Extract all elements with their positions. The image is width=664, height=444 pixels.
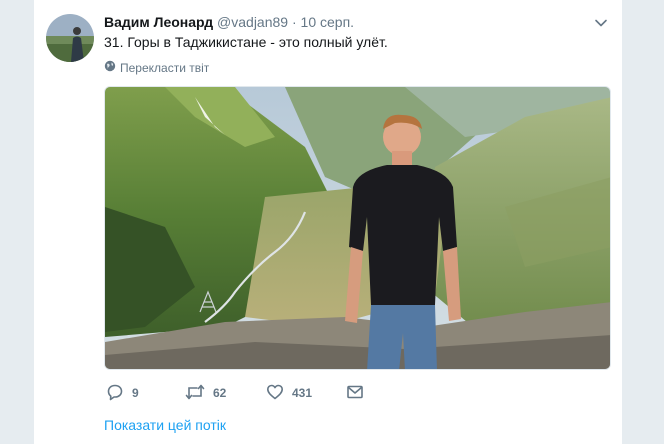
tweet-date[interactable]: 10 серп. (301, 14, 355, 30)
heart-icon (266, 383, 284, 404)
retweet-action[interactable]: 62 (185, 383, 226, 403)
globe-icon (104, 60, 116, 75)
envelope-icon (346, 383, 364, 404)
reply-count: 9 (132, 386, 139, 400)
tweet-card[interactable]: Вадим Леонард @vadjan89 · 10 серп. 31. Г… (33, 0, 623, 444)
tweet-header: Вадим Леонард @vadjan89 · 10 серп. (104, 13, 354, 31)
tweet-photo[interactable] (104, 86, 611, 370)
direct-message-action[interactable] (346, 383, 364, 403)
like-action[interactable]: 431 (266, 383, 312, 403)
show-thread-link[interactable]: Показати цей потік (104, 416, 226, 434)
tweet-text: 31. Горы в Таджикистане - это полный улё… (104, 34, 388, 50)
avatar[interactable] (46, 14, 94, 62)
translate-label: Перекласти твіт (120, 60, 210, 75)
author-handle[interactable]: @vadjan89 (217, 14, 288, 30)
avatar-image (46, 14, 94, 62)
separator-dot: · (291, 14, 297, 30)
mountain-photo-image (105, 87, 610, 369)
chevron-down-icon[interactable] (592, 14, 610, 32)
reply-action[interactable]: 9 (106, 383, 139, 403)
translate-tweet-link[interactable]: Перекласти твіт (104, 60, 209, 75)
reply-icon (106, 383, 124, 404)
author-name[interactable]: Вадим Леонард (104, 14, 213, 30)
retweet-icon (185, 383, 205, 404)
like-count: 431 (292, 386, 313, 400)
retweet-count: 62 (213, 386, 227, 400)
